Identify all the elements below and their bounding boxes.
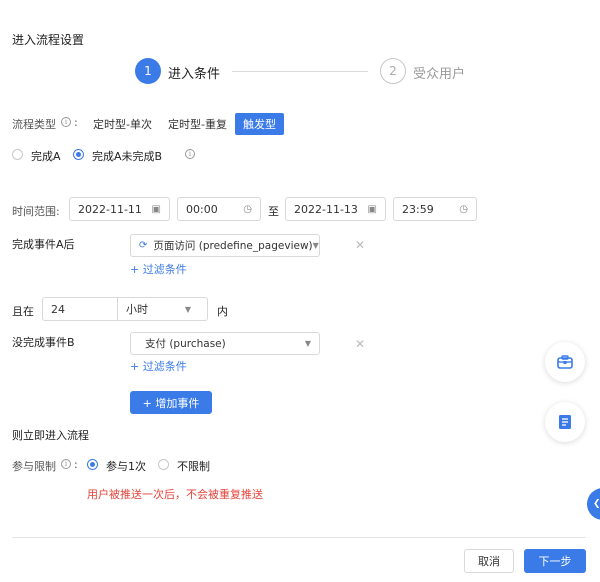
- radio-complete-a-label: 完成A: [31, 150, 61, 163]
- participation-colon: :: [74, 458, 78, 471]
- event-a-value: 页面访问 (predefine_pageview): [153, 240, 313, 252]
- event-a-label: 完成事件A后: [12, 238, 75, 251]
- radio-complete-a-not-b[interactable]: [73, 149, 84, 160]
- end-time-input[interactable]: 23:59 ◷: [393, 197, 477, 221]
- event-b-select[interactable]: 支付 (purchase) ▼: [130, 332, 320, 355]
- step-2-label: 受众用户: [413, 67, 466, 82]
- step-1-circle: 1: [135, 58, 161, 84]
- step-connector: [232, 71, 368, 72]
- toolbox-icon: [557, 355, 573, 369]
- time-range-separator: 至: [268, 205, 279, 218]
- cancel-button[interactable]: 取消: [464, 549, 514, 573]
- document-icon: [559, 415, 571, 429]
- close-icon[interactable]: ✕: [355, 238, 365, 252]
- end-time-value: 23:59: [402, 202, 434, 216]
- chevron-down-icon: ▼: [312, 241, 319, 250]
- info-icon[interactable]: i: [185, 149, 195, 159]
- event-b-label: 没完成事件B: [12, 336, 75, 349]
- start-date-value: 2022-11-11: [78, 202, 142, 216]
- flow-type-option-scheduled-once[interactable]: 定时型-单次: [87, 113, 158, 135]
- event-a-add-filter-link[interactable]: + 过滤条件: [130, 261, 187, 277]
- chevron-down-icon: ▼: [304, 339, 311, 348]
- duration-amount-input[interactable]: 24: [42, 297, 118, 321]
- next-button[interactable]: 下一步: [524, 549, 586, 573]
- duration-unit-select[interactable]: 小时 ▼: [117, 297, 208, 321]
- radio-participate-once[interactable]: [87, 459, 98, 470]
- start-date-input[interactable]: 2022-11-11 ▣: [69, 197, 170, 221]
- info-icon[interactable]: i: [61, 117, 71, 127]
- event-b-add-filter-link[interactable]: + 过滤条件: [130, 358, 187, 374]
- participation-warning: 用户被推送一次后，不会被重复推送: [87, 488, 263, 501]
- enter-flow-text: 则立即进入流程: [12, 429, 89, 442]
- start-time-input[interactable]: 00:00 ◷: [177, 197, 261, 221]
- within-suffix: 内: [217, 305, 228, 318]
- flow-type-option-scheduled-repeat[interactable]: 定时型-重复: [162, 113, 233, 135]
- radio-complete-a[interactable]: [12, 149, 23, 160]
- side-collapse-tab[interactable]: ❮: [587, 488, 600, 520]
- clock-icon: ◷: [459, 203, 468, 215]
- step-1-label: 进入条件: [168, 67, 221, 82]
- close-icon[interactable]: ✕: [355, 337, 365, 351]
- calendar-icon: ▣: [367, 203, 377, 215]
- end-date-value: 2022-11-13: [294, 202, 358, 216]
- radio-complete-a-not-b-label: 完成A未完成B: [92, 150, 163, 163]
- info-icon[interactable]: i: [61, 459, 71, 469]
- duration-amount-value: 24: [51, 302, 65, 316]
- radio-participate-once-label: 参与1次: [106, 460, 146, 473]
- duration-unit-value: 小时: [126, 303, 148, 316]
- flow-type-option-triggered[interactable]: 触发型: [235, 113, 284, 135]
- time-range-label: 时间范围:: [12, 205, 60, 218]
- participation-label: 参与限制: [12, 460, 56, 473]
- chevron-left-icon: ❮: [593, 499, 600, 509]
- radio-unlimited-label: 不限制: [177, 460, 210, 473]
- loading-icon: ⟳: [139, 240, 148, 251]
- add-event-button[interactable]: + 增加事件: [130, 391, 212, 414]
- chevron-down-icon: ▼: [184, 304, 191, 314]
- radio-unlimited[interactable]: [158, 459, 169, 470]
- document-button[interactable]: [545, 402, 585, 442]
- toolbox-button[interactable]: [545, 342, 585, 382]
- within-prefix: 且在: [12, 305, 34, 318]
- clock-icon: ◷: [243, 203, 252, 215]
- event-a-select[interactable]: ⟳ 页面访问 (predefine_pageview) ▼: [130, 234, 320, 257]
- calendar-icon: ▣: [151, 203, 161, 215]
- flow-type-colon: :: [74, 116, 78, 129]
- step-2-circle: 2: [380, 58, 406, 84]
- end-date-input[interactable]: 2022-11-13 ▣: [285, 197, 386, 221]
- page-title: 进入流程设置: [12, 33, 85, 47]
- flow-type-label: 流程类型: [12, 118, 56, 131]
- event-b-value: 支付 (purchase): [145, 338, 226, 350]
- footer-divider: [12, 537, 586, 538]
- start-time-value: 00:00: [186, 202, 218, 216]
